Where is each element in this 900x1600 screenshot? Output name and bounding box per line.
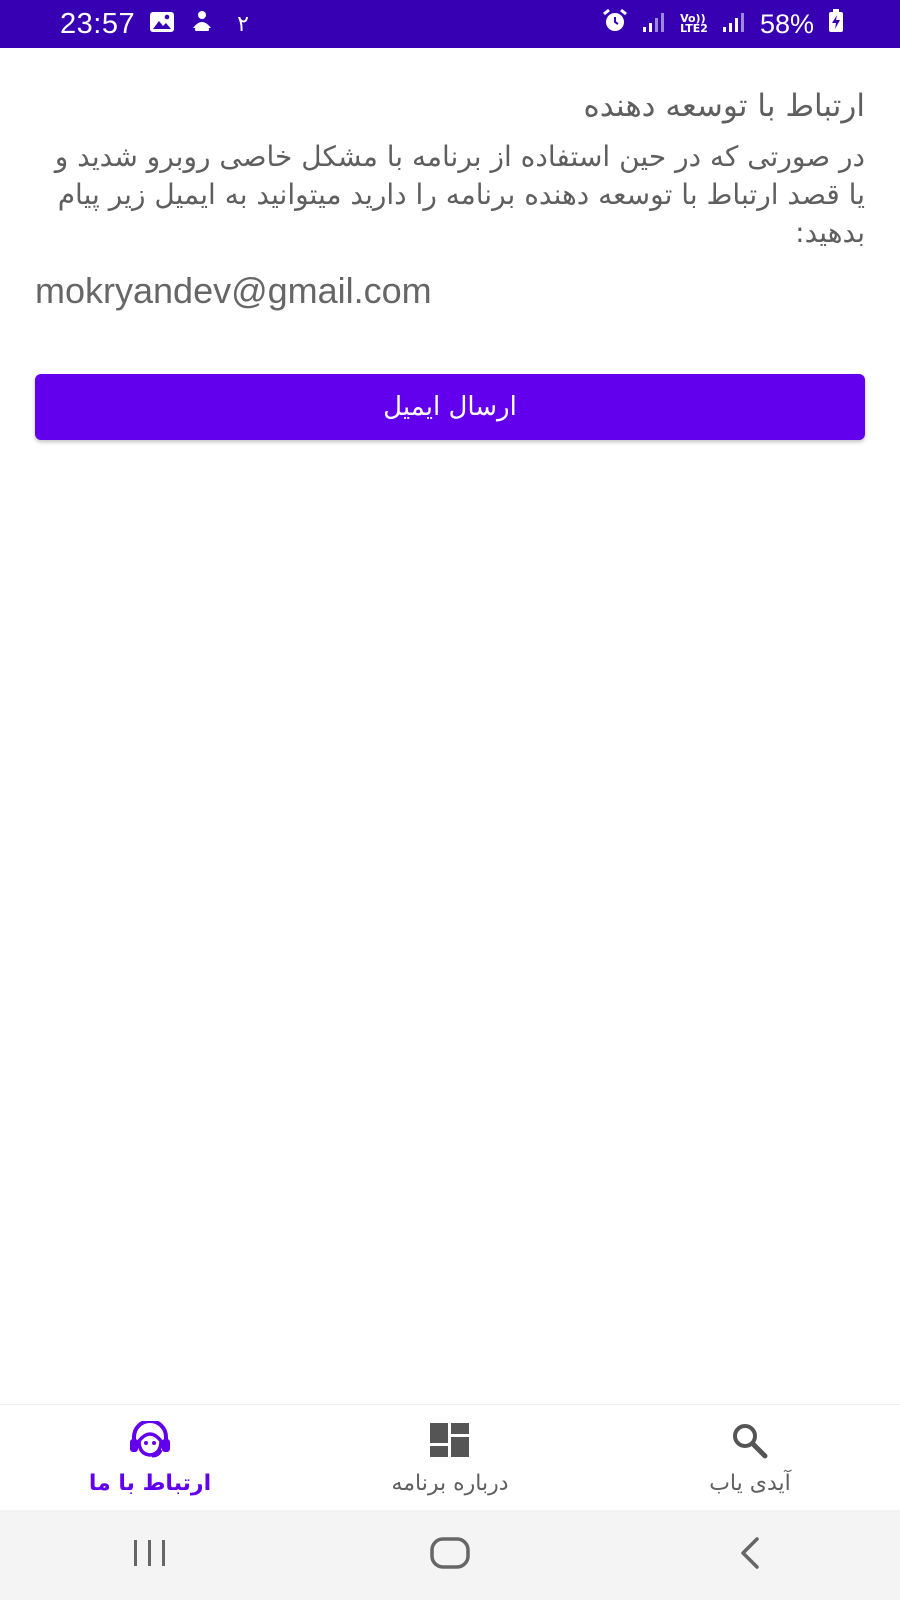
recent-apps-icon xyxy=(130,1538,170,1572)
home-button[interactable] xyxy=(390,1520,510,1590)
battery-charging-icon xyxy=(828,8,844,40)
app-notification-icon xyxy=(189,8,215,41)
status-bar-left: 23:57 ۲ xyxy=(60,8,249,41)
gallery-icon xyxy=(149,9,175,40)
nav-item-id-finder[interactable]: آیدی یاب xyxy=(600,1405,900,1511)
nav-item-contact-us[interactable]: ارتباط با ما xyxy=(0,1405,300,1511)
nav-item-label: آیدی یاب xyxy=(709,1470,791,1496)
nav-item-label: ارتباط با ما xyxy=(88,1470,212,1496)
volte-indicator: Vo)) LTE2 xyxy=(680,13,708,35)
back-button[interactable] xyxy=(690,1520,810,1590)
status-bar: 23:57 ۲ Vo)) LTE2 58% xyxy=(0,0,900,48)
system-navigation-bar xyxy=(0,1510,900,1600)
recent-apps-button[interactable] xyxy=(90,1520,210,1590)
search-icon xyxy=(728,1421,772,1463)
status-time: 23:57 xyxy=(60,7,136,40)
contact-description: در صورتی که در حین استفاده از برنامه با … xyxy=(54,140,865,249)
nav-item-about-app[interactable]: درباره برنامه xyxy=(300,1405,600,1511)
developer-email: mokryandev@gmail.com xyxy=(35,270,432,311)
lte-label: LTE2 xyxy=(680,22,708,35)
send-email-button[interactable]: ارسال ایمیل xyxy=(35,374,865,440)
status-bar-right: Vo)) LTE2 58% xyxy=(602,8,844,41)
bottom-navigation: ارتباط با ما درباره برنامه آیدی یاب xyxy=(0,1404,900,1511)
battery-percent: 58% xyxy=(759,8,814,39)
signal-icon-1 xyxy=(642,9,666,40)
signal-icon-2 xyxy=(722,9,746,40)
home-icon xyxy=(429,1536,471,1574)
contact-section: ارتباط با توسعه دهنده در صورتی که در حین… xyxy=(35,70,865,312)
dashboard-icon xyxy=(428,1421,472,1463)
page-title: ارتباط با توسعه دهنده xyxy=(583,88,865,124)
nav-item-label: درباره برنامه xyxy=(391,1470,509,1496)
notification-count: ۲ xyxy=(237,11,249,37)
alarm-icon xyxy=(602,8,628,41)
back-icon xyxy=(735,1536,765,1574)
support-agent-icon xyxy=(125,1418,175,1463)
